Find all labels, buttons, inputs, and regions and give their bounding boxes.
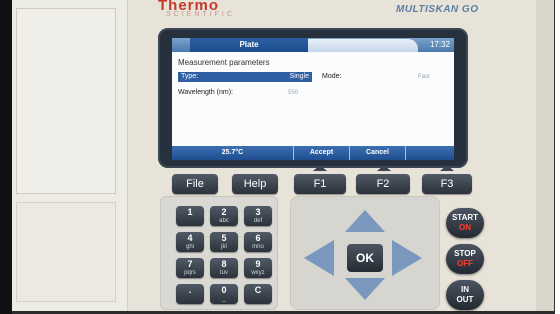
key-4-number: 4	[187, 233, 193, 243]
key-7-number: 7	[187, 259, 193, 269]
key-7-letters: pqrs	[184, 270, 196, 276]
start-label: START	[451, 213, 479, 222]
arrow-left-icon[interactable]	[304, 240, 334, 276]
f2-button[interactable]: F2	[356, 174, 410, 194]
temperature-readout: 25.7°C	[172, 146, 294, 160]
key-1-number: 1	[187, 207, 193, 217]
screen-clock: 17:32	[429, 40, 450, 49]
key-8-letters: tuv	[219, 270, 228, 276]
f3-button[interactable]: F3	[422, 174, 472, 194]
f3-indicator-icon	[440, 165, 454, 171]
key-6-number: 6	[255, 233, 261, 243]
key-4-letters: ghi	[185, 244, 194, 250]
key-clear-symbol: C	[254, 285, 262, 295]
key-3-number: 3	[255, 207, 261, 217]
key-1[interactable]: 1	[176, 206, 204, 226]
key-4[interactable]: 4 ghi	[176, 232, 204, 252]
in-label: IN	[461, 285, 469, 294]
left-border	[0, 0, 12, 314]
key-9-number: 9	[255, 259, 261, 269]
lcd-screen: Plate 17:32 Measurement parameters Type:…	[172, 38, 454, 160]
help-button[interactable]: Help	[232, 174, 278, 194]
stop-state: OFF	[457, 259, 473, 268]
arrow-down-icon[interactable]	[345, 278, 385, 300]
key-2-number: 2	[221, 207, 227, 217]
mode-value[interactable]: Fast	[418, 72, 430, 82]
f1-indicator-icon	[313, 165, 327, 171]
key-2-letters: abc	[219, 218, 229, 224]
key-5-letters: jkl	[221, 244, 227, 250]
key-5[interactable]: 5 jkl	[210, 232, 238, 252]
softkey-bar: 25.7°C Accept Cancel	[172, 146, 454, 160]
title-decoration	[308, 39, 418, 52]
key-6[interactable]: 6 mno	[244, 232, 272, 252]
key-7[interactable]: 7 pqrs	[176, 258, 204, 278]
ok-button[interactable]: OK	[347, 244, 383, 272]
key-dot-symbol: .	[188, 285, 192, 295]
key-8[interactable]: 8 tuv	[210, 258, 238, 278]
start-button[interactable]: START ON	[446, 208, 484, 238]
f2-indicator-icon	[377, 165, 391, 171]
section-heading: Measurement parameters	[178, 58, 270, 67]
stop-label: STOP	[454, 249, 476, 258]
file-button[interactable]: File	[172, 174, 218, 194]
key-3-letters: def	[253, 218, 263, 224]
side-panel-upper	[16, 8, 116, 194]
f1-button[interactable]: F1	[294, 174, 346, 194]
key-5-number: 5	[221, 233, 227, 243]
in-out-button[interactable]: IN OUT	[446, 280, 484, 310]
out-label: OUT	[456, 295, 474, 304]
key-8-number: 8	[221, 259, 227, 269]
type-field[interactable]: Type: Single	[178, 72, 312, 82]
arrow-right-icon[interactable]	[392, 240, 422, 276]
cancel-softkey[interactable]: Cancel	[350, 146, 406, 160]
right-border	[554, 0, 560, 314]
instrument-right-edge	[536, 0, 554, 312]
key-9-letters: wxyz	[251, 270, 265, 276]
start-state: ON	[459, 223, 471, 232]
accept-softkey[interactable]: Accept	[294, 146, 350, 160]
key-9[interactable]: 9 wxyz	[244, 258, 272, 278]
key-clear[interactable]: C	[244, 284, 272, 304]
key-3[interactable]: 3 def	[244, 206, 272, 226]
arrow-up-icon[interactable]	[345, 210, 385, 232]
key-2[interactable]: 2 abc	[210, 206, 238, 226]
key-0[interactable]: 0 _	[210, 284, 238, 304]
blank-softkey[interactable]	[406, 146, 454, 160]
key-0-letters: _	[222, 296, 226, 302]
wavelength-value[interactable]: 550	[288, 88, 298, 98]
mode-label: Mode:	[322, 73, 342, 80]
key-dot[interactable]: .	[176, 284, 204, 304]
model-name: MULTISKAN GO	[396, 4, 479, 15]
key-6-letters: mno	[252, 244, 264, 250]
photo-frame: Thermo SCIENTIFIC MULTISKAN GO Plate 17:…	[0, 0, 560, 314]
type-value: Single	[289, 73, 309, 80]
stop-button[interactable]: STOP OFF	[446, 244, 484, 274]
screen-title: Plate	[190, 38, 308, 52]
instrument-side-panel	[12, 0, 128, 312]
key-0-number: 0	[221, 285, 227, 295]
side-panel-lower	[16, 202, 116, 302]
screen-titlebar: Plate 17:32	[172, 38, 454, 52]
wavelength-label: Wavelength (nm):	[178, 89, 233, 96]
brand-subtitle: SCIENTIFIC	[166, 11, 235, 18]
type-label: Type:	[181, 73, 199, 80]
